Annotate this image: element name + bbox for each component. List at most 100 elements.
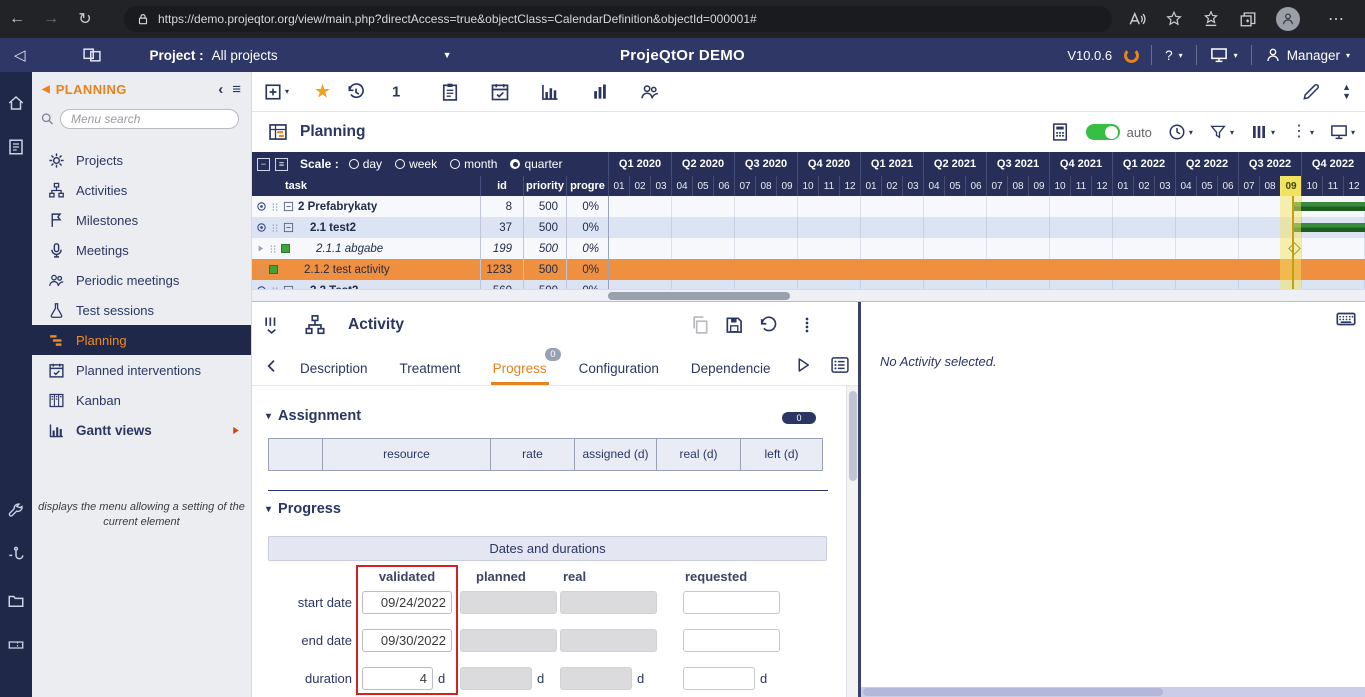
save-icon[interactable] xyxy=(724,315,744,335)
sidebar-item-gantt-views[interactable]: Gantt views xyxy=(32,415,251,445)
tools-icon[interactable] xyxy=(7,502,25,520)
scrollbar-thumb[interactable] xyxy=(849,391,857,481)
display-menu[interactable]: ▾ xyxy=(1196,45,1251,65)
scale-radio-day[interactable]: day xyxy=(349,157,382,171)
tabs-scroll-right-icon[interactable] xyxy=(794,356,812,374)
column-header-id[interactable]: id xyxy=(480,176,523,196)
scale-radio-quarter[interactable]: quarter xyxy=(510,157,562,171)
horizontal-scrollbar[interactable] xyxy=(861,687,1365,697)
grip-icon[interactable] xyxy=(270,201,280,213)
gantt-bar[interactable] xyxy=(1294,202,1365,211)
new-item-button[interactable]: ▾ xyxy=(264,83,289,101)
scale-radio-month[interactable]: month xyxy=(450,157,497,171)
duration-requested-input[interactable] xyxy=(683,667,755,690)
grip-icon[interactable] xyxy=(270,222,280,234)
progress-section-header[interactable]: ▾ Progress xyxy=(266,501,341,517)
profile-avatar[interactable] xyxy=(1276,7,1300,31)
sidebar-item-periodic-meetings[interactable]: Periodic meetings xyxy=(32,265,251,295)
favorites-bar-icon[interactable] xyxy=(1202,10,1220,28)
end-date-validated-input[interactable] xyxy=(362,629,452,652)
task-row[interactable]: 2.1.1 abgabe1995000% xyxy=(252,238,1365,259)
url-text[interactable]: https://demo.projeqtor.org/view/main.php… xyxy=(158,12,757,26)
history-icon[interactable] xyxy=(346,82,366,102)
folder-icon[interactable] xyxy=(7,592,25,610)
horizontal-scrollbar[interactable] xyxy=(252,289,1365,301)
tab-configuration[interactable]: Configuration xyxy=(577,361,661,385)
form-icon[interactable] xyxy=(7,138,25,156)
keyboard-shortcuts-icon[interactable] xyxy=(1335,308,1357,330)
grip-icon[interactable] xyxy=(256,264,266,276)
tab-treatment[interactable]: Treatment xyxy=(398,361,463,385)
column-header-progre[interactable]: progre xyxy=(566,176,608,196)
filter-menu[interactable]: ▾ xyxy=(1209,123,1234,141)
scale-radio-week[interactable]: week xyxy=(395,157,437,171)
dual-screen-icon[interactable] xyxy=(82,45,102,65)
column-header-priority[interactable]: priority xyxy=(523,176,566,196)
activity-scrollbar[interactable] xyxy=(846,386,858,697)
sidebar-item-projects[interactable]: Projects xyxy=(32,145,251,175)
sidebar-item-test-sessions[interactable]: Test sessions xyxy=(32,295,251,325)
hamburger-icon[interactable]: ≡ xyxy=(232,81,241,98)
read-aloud-icon[interactable] xyxy=(1128,10,1146,28)
collapse-icon[interactable] xyxy=(283,222,294,233)
collapse-icon[interactable] xyxy=(283,201,294,212)
user-menu[interactable]: Manager ▾ xyxy=(1251,45,1363,65)
start-date-requested-input[interactable] xyxy=(683,591,780,614)
header-back-icon[interactable]: ◁ xyxy=(14,46,26,64)
task-row[interactable]: 2.1.2 test activity12335000% xyxy=(252,259,1365,280)
home-icon[interactable] xyxy=(7,94,25,112)
scrollbar-thumb[interactable] xyxy=(863,688,1163,696)
task-row[interactable]: 2 Prefabrykaty85000% xyxy=(252,196,1365,217)
sidebar-item-planning[interactable]: Planning xyxy=(32,325,251,355)
sidebar-item-milestones[interactable]: Milestones xyxy=(32,205,251,235)
gantt-milestone-icon[interactable] xyxy=(1288,242,1301,255)
sidebar-item-activities[interactable]: Activities xyxy=(32,175,251,205)
sidebar-item-meetings[interactable]: Meetings xyxy=(32,235,251,265)
project-selector[interactable]: All projects ▼ xyxy=(212,48,452,63)
address-bar[interactable]: https://demo.projeqtor.org/view/main.php… xyxy=(124,6,1112,32)
histogram-icon[interactable] xyxy=(590,82,610,102)
tree-toggle-icon[interactable] xyxy=(262,315,282,335)
tab-dependencie[interactable]: Dependencie xyxy=(689,361,773,385)
scrollbar-thumb[interactable] xyxy=(608,292,790,300)
gantt-bar[interactable] xyxy=(1294,223,1365,232)
sidebar-item-planned-interventions[interactable]: Planned interventions xyxy=(32,355,251,385)
browser-menu-icon[interactable]: ⋯ xyxy=(1319,9,1353,29)
menu-search-input[interactable] xyxy=(60,109,239,129)
refresh-icon[interactable]: ↻ xyxy=(68,9,102,29)
forward-icon[interactable]: → xyxy=(34,10,68,28)
tab-list-menu-icon[interactable] xyxy=(830,355,850,375)
end-date-requested-input[interactable] xyxy=(683,629,780,652)
copy-icon[interactable] xyxy=(690,315,710,335)
calendar-check-icon[interactable] xyxy=(490,82,510,102)
collections-icon[interactable] xyxy=(1239,10,1257,28)
start-date-validated-input[interactable] xyxy=(362,591,452,614)
add-favorite-icon[interactable] xyxy=(1165,10,1183,28)
sort-arrows[interactable]: ▲ ▼ xyxy=(1342,83,1351,101)
hook-icon[interactable] xyxy=(7,546,25,564)
report-icon[interactable] xyxy=(440,82,460,102)
tabs-scroll-left-icon[interactable] xyxy=(264,358,280,374)
display-options-menu[interactable]: ▾ xyxy=(1330,123,1355,141)
columns-menu[interactable]: ▾ xyxy=(1250,123,1275,141)
grip-icon[interactable] xyxy=(268,243,278,255)
calculator-icon[interactable] xyxy=(1050,122,1070,142)
time-scale-menu[interactable]: ▾ xyxy=(1168,123,1193,141)
back-icon[interactable]: ← xyxy=(0,10,34,28)
ticket-icon[interactable] xyxy=(7,636,25,654)
tab-description[interactable]: Description xyxy=(298,361,370,385)
resources-icon[interactable] xyxy=(640,82,660,102)
collapse-all-icon[interactable]: − xyxy=(257,158,270,171)
tab-progress[interactable]: Progress0 xyxy=(491,361,549,385)
help-menu[interactable]: ? ▾ xyxy=(1151,45,1196,65)
arrow-down-icon[interactable]: ▼ xyxy=(1342,92,1351,101)
bar-chart-icon[interactable] xyxy=(540,82,560,102)
bookmark-star-icon[interactable]: ★ xyxy=(314,80,331,103)
expand-icon[interactable] xyxy=(256,244,265,253)
task-row[interactable]: 2.1 test2375000% xyxy=(252,217,1365,238)
pencil-icon[interactable] xyxy=(1301,82,1321,102)
expand-all-icon[interactable]: ≡ xyxy=(275,158,288,171)
collapse-menu-icon[interactable]: ‹ xyxy=(218,81,223,98)
undo-icon[interactable] xyxy=(758,315,778,335)
column-header-task[interactable]: task xyxy=(252,176,480,196)
